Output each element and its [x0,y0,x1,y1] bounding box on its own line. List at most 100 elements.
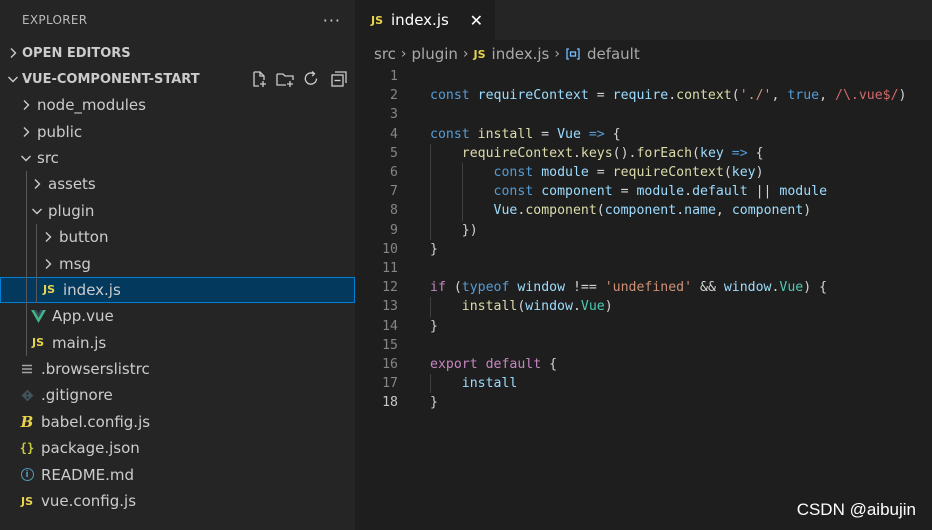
code-text: } [430,241,438,257]
chevron-down-icon [8,76,18,83]
tab-index-js[interactable]: JS index.js ✕ [355,0,495,40]
code-line: 18} [355,393,932,412]
line-number: 18 [382,395,398,411]
chevron-down-icon [32,208,42,215]
tree-item-label: babel.config.js [41,412,151,431]
tree-item-label: .browserslistrc [41,360,150,379]
tree-item-label: button [59,228,109,247]
code-line: 11 [355,259,932,278]
code-text: } [430,395,438,411]
tree-item[interactable]: msg [0,250,355,276]
tree-item[interactable]: {} package.json [0,435,355,461]
breadcrumb-file-label: index.js [491,45,550,63]
breadcrumb: src › plugin › JS index.js › default [355,40,932,68]
open-editors-section[interactable]: OPEN EDITORS [0,40,355,66]
code-line: 14} [355,317,932,336]
line-number: 15 [382,337,398,353]
code-line: 1 [355,67,932,86]
editor-pane: JS index.js ✕ src › plugin › JS index.js… [355,0,932,530]
chevron-right-icon [45,232,52,243]
code-line: 6 const module = requireContext(key) [355,163,932,182]
tree-item-label: msg [59,254,91,273]
tree-item[interactable]: node_modules [0,92,355,118]
code-text: const module = requireContext(key) [493,165,764,180]
code-text: Vue.component(component.name, component) [493,203,812,219]
code-editor[interactable]: 1 2 const requireContext = require.context… [355,67,932,530]
indent-guide [461,163,463,221]
tree-item[interactable]: JS index.js [0,276,355,304]
code-text: export default { [430,357,558,372]
breadcrumb-item-file[interactable]: JS index.js [474,45,550,63]
code-line: 9 }) [355,221,932,240]
tree-item[interactable]: src [0,145,355,171]
line-number: 2 [390,88,398,104]
code-text: }) [430,222,478,238]
tree-item[interactable]: JS vue.config.js [0,488,355,514]
explorer-header: EXPLORER ··· [0,0,355,40]
chevron-right-icon: › [400,46,407,62]
tree-item-label: public [37,122,83,141]
code-text: install(window.Vue) [461,299,613,315]
tree-item[interactable]: .browserslistrc [0,356,355,382]
tree-item-label: node_modules [37,96,146,115]
breadcrumb-item-plugin[interactable]: plugin [412,45,458,63]
indent-guide [26,171,27,356]
symbol-variable-icon [566,48,580,60]
tree-item-label: .gitignore [41,386,113,405]
json-file-icon: {} [19,441,35,456]
watermark: CSDN @aibujin [796,500,916,519]
js-file-icon: JS [371,13,384,27]
tree-item-label: App.vue [52,307,114,326]
new-file-icon[interactable] [249,69,269,89]
tree-item[interactable]: JS main.js [0,330,355,356]
indent-guide [36,224,37,304]
indent-guide [430,297,431,317]
tree-item-label: vue.config.js [41,492,137,511]
tree-item-label: README.md [41,465,135,484]
project-section[interactable]: VUE-COMPONENT-START [0,66,355,92]
config-file-icon [18,363,36,375]
breadcrumb-item-src[interactable]: src [374,45,396,63]
indent-guide [430,374,431,394]
tab-bar: JS index.js ✕ [355,0,932,40]
chevron-right-icon [23,126,30,137]
breadcrumb-item-symbol[interactable]: default [565,45,640,63]
tree-item[interactable]: Bbabel.config.js [0,409,355,435]
tree-item[interactable]: public [0,118,355,144]
tree-item[interactable]: App.vue [0,303,355,329]
chevron-right-icon [45,258,52,269]
close-icon[interactable]: ✕ [470,11,483,30]
code-line: 3 [355,105,932,124]
tree-item[interactable]: plugin [0,198,355,224]
code-line: 7 const component = module.default || mo… [355,182,932,201]
vue-file-icon [29,309,47,323]
more-actions-icon[interactable]: ··· [323,11,341,30]
refresh-icon[interactable] [301,69,321,89]
code-text: } [430,318,438,334]
tree-item[interactable]: assets [0,171,355,197]
code-line: 16 export default { [355,355,932,374]
chevron-right-icon [10,48,17,58]
line-number: 9 [390,222,398,238]
tree-item[interactable]: i README.md [0,461,355,487]
tree-item-label: src [37,148,59,167]
code-text: if (typeof window !== 'undefined' && win… [430,280,828,296]
collapse-all-icon[interactable] [327,69,347,89]
new-folder-icon[interactable] [275,69,295,89]
tree-item[interactable]: button [0,224,355,250]
tree-item-label: index.js [63,280,121,299]
chevron-right-icon [34,179,41,190]
tree-item[interactable]: .gitignore [0,382,355,408]
line-number: 13 [382,299,398,315]
explorer-sidebar: EXPLORER ··· OPEN EDITORS VUE-COMPONENT-… [0,0,355,530]
line-number: 12 [382,280,398,296]
code-text: install [461,376,518,392]
open-editors-label: OPEN EDITORS [22,45,131,61]
code-line: 12 if (typeof window !== 'undefined' && w… [355,278,932,297]
code-line: 15 [355,336,932,355]
line-number: 3 [390,107,398,123]
line-number: 10 [382,241,398,257]
code-text: requireContext.keys().forEach(key => { [461,145,764,161]
chevron-right-icon: › [554,46,560,62]
code-line: 13 install(window.Vue) [355,297,932,316]
